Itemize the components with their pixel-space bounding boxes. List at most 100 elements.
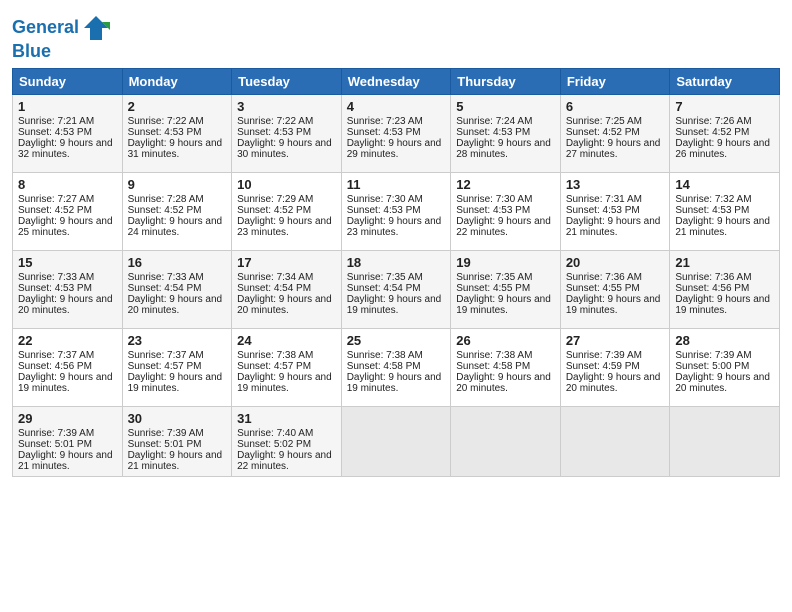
day-number: 19 [456,255,555,270]
daylight: Daylight: 9 hours and 19 minutes. [675,294,770,316]
calendar-cell: 21 Sunrise: 7:36 AM Sunset: 4:56 PM Dayl… [670,250,780,328]
sunrise: Sunrise: 7:35 AM [347,272,423,283]
calendar-header-saturday: Saturday [670,68,780,94]
sunset: Sunset: 4:56 PM [18,361,92,372]
sunset: Sunset: 4:52 PM [128,205,202,216]
day-number: 21 [675,255,774,270]
day-number: 8 [18,177,117,192]
day-number: 29 [18,411,117,426]
calendar-header-friday: Friday [560,68,670,94]
daylight: Daylight: 9 hours and 19 minutes. [18,372,113,394]
calendar-cell: 22 Sunrise: 7:37 AM Sunset: 4:56 PM Dayl… [13,328,123,406]
sunset: Sunset: 4:54 PM [237,283,311,294]
daylight: Daylight: 9 hours and 19 minutes. [347,294,442,316]
day-number: 13 [566,177,665,192]
calendar-cell: 25 Sunrise: 7:38 AM Sunset: 4:58 PM Dayl… [341,328,451,406]
calendar-cell: 6 Sunrise: 7:25 AM Sunset: 4:52 PM Dayli… [560,94,670,172]
calendar-cell: 10 Sunrise: 7:29 AM Sunset: 4:52 PM Dayl… [232,172,342,250]
day-number: 25 [347,333,446,348]
calendar-cell: 4 Sunrise: 7:23 AM Sunset: 4:53 PM Dayli… [341,94,451,172]
sunrise: Sunrise: 7:25 AM [566,116,642,127]
sunrise: Sunrise: 7:39 AM [566,350,642,361]
daylight: Daylight: 9 hours and 22 minutes. [237,450,332,472]
day-number: 12 [456,177,555,192]
calendar-cell: 2 Sunrise: 7:22 AM Sunset: 4:53 PM Dayli… [122,94,232,172]
daylight: Daylight: 9 hours and 20 minutes. [237,294,332,316]
daylight: Daylight: 9 hours and 19 minutes. [347,372,442,394]
sunrise: Sunrise: 7:33 AM [18,272,94,283]
sunrise: Sunrise: 7:30 AM [456,194,532,205]
day-number: 26 [456,333,555,348]
calendar-cell: 20 Sunrise: 7:36 AM Sunset: 4:55 PM Dayl… [560,250,670,328]
sunrise: Sunrise: 7:37 AM [128,350,204,361]
calendar-cell: 27 Sunrise: 7:39 AM Sunset: 4:59 PM Dayl… [560,328,670,406]
sunset: Sunset: 4:56 PM [675,283,749,294]
calendar-cell [451,406,561,476]
daylight: Daylight: 9 hours and 20 minutes. [675,372,770,394]
sunset: Sunset: 4:52 PM [566,127,640,138]
daylight: Daylight: 9 hours and 21 minutes. [675,216,770,238]
daylight: Daylight: 9 hours and 21 minutes. [128,450,223,472]
calendar-cell [560,406,670,476]
sunset: Sunset: 4:53 PM [347,127,421,138]
sunset: Sunset: 4:57 PM [128,361,202,372]
day-number: 27 [566,333,665,348]
calendar-cell: 17 Sunrise: 7:34 AM Sunset: 4:54 PM Dayl… [232,250,342,328]
sunrise: Sunrise: 7:24 AM [456,116,532,127]
calendar-header-wednesday: Wednesday [341,68,451,94]
calendar-cell: 15 Sunrise: 7:33 AM Sunset: 4:53 PM Dayl… [13,250,123,328]
day-number: 10 [237,177,336,192]
daylight: Daylight: 9 hours and 19 minutes. [237,372,332,394]
day-number: 16 [128,255,227,270]
sunset: Sunset: 4:53 PM [237,127,311,138]
sunrise: Sunrise: 7:33 AM [128,272,204,283]
daylight: Daylight: 9 hours and 28 minutes. [456,138,551,160]
calendar-cell: 1 Sunrise: 7:21 AM Sunset: 4:53 PM Dayli… [13,94,123,172]
day-number: 24 [237,333,336,348]
sunrise: Sunrise: 7:38 AM [347,350,423,361]
sunrise: Sunrise: 7:30 AM [347,194,423,205]
daylight: Daylight: 9 hours and 23 minutes. [237,216,332,238]
calendar-cell [670,406,780,476]
daylight: Daylight: 9 hours and 22 minutes. [456,216,551,238]
daylight: Daylight: 9 hours and 24 minutes. [128,216,223,238]
sunset: Sunset: 4:54 PM [347,283,421,294]
day-number: 4 [347,99,446,114]
sunset: Sunset: 4:53 PM [456,205,530,216]
sunset: Sunset: 4:53 PM [128,127,202,138]
sunset: Sunset: 4:55 PM [566,283,640,294]
daylight: Daylight: 9 hours and 21 minutes. [18,450,113,472]
daylight: Daylight: 9 hours and 29 minutes. [347,138,442,160]
sunrise: Sunrise: 7:37 AM [18,350,94,361]
logo-icon [82,14,110,42]
sunset: Sunset: 4:52 PM [237,205,311,216]
day-number: 30 [128,411,227,426]
sunrise: Sunrise: 7:38 AM [456,350,532,361]
calendar-cell: 30 Sunrise: 7:39 AM Sunset: 5:01 PM Dayl… [122,406,232,476]
sunrise: Sunrise: 7:21 AM [18,116,94,127]
day-number: 6 [566,99,665,114]
daylight: Daylight: 9 hours and 23 minutes. [347,216,442,238]
sunrise: Sunrise: 7:32 AM [675,194,751,205]
sunrise: Sunrise: 7:27 AM [18,194,94,205]
logo: General Blue [12,14,110,62]
calendar-cell [341,406,451,476]
sunrise: Sunrise: 7:28 AM [128,194,204,205]
sunset: Sunset: 4:53 PM [18,283,92,294]
daylight: Daylight: 9 hours and 19 minutes. [566,294,661,316]
header: General Blue [12,10,780,62]
sunrise: Sunrise: 7:23 AM [347,116,423,127]
calendar-cell: 31 Sunrise: 7:40 AM Sunset: 5:02 PM Dayl… [232,406,342,476]
calendar-cell: 29 Sunrise: 7:39 AM Sunset: 5:01 PM Dayl… [13,406,123,476]
calendar-cell: 8 Sunrise: 7:27 AM Sunset: 4:52 PM Dayli… [13,172,123,250]
daylight: Daylight: 9 hours and 19 minutes. [456,294,551,316]
daylight: Daylight: 9 hours and 30 minutes. [237,138,332,160]
day-number: 7 [675,99,774,114]
day-number: 22 [18,333,117,348]
calendar-cell: 7 Sunrise: 7:26 AM Sunset: 4:52 PM Dayli… [670,94,780,172]
sunset: Sunset: 4:52 PM [18,205,92,216]
sunrise: Sunrise: 7:35 AM [456,272,532,283]
sunrise: Sunrise: 7:34 AM [237,272,313,283]
calendar-cell: 3 Sunrise: 7:22 AM Sunset: 4:53 PM Dayli… [232,94,342,172]
calendar-cell: 5 Sunrise: 7:24 AM Sunset: 4:53 PM Dayli… [451,94,561,172]
